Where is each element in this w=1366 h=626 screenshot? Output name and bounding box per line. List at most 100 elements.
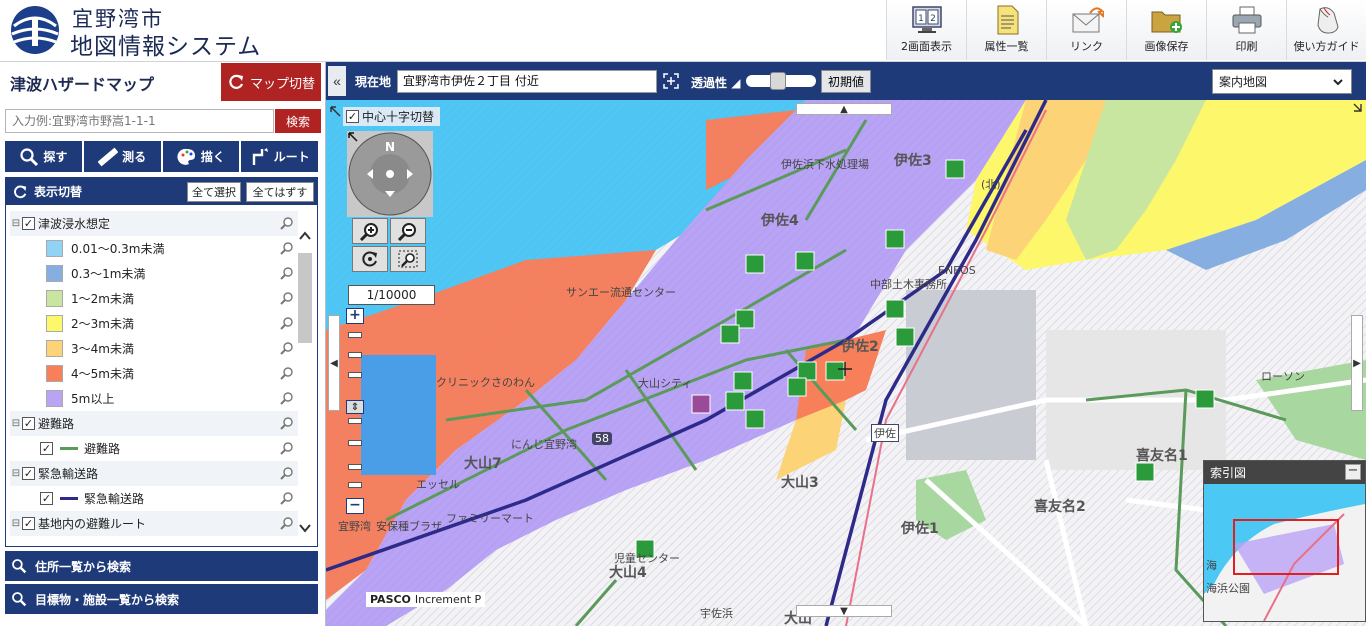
tree-toggle-icon[interactable]: ⊟ xyxy=(10,468,22,479)
tree-toggle-icon[interactable]: ⊟ xyxy=(10,418,22,429)
dual-screen-button[interactable]: 12 2画面表示 xyxy=(886,0,966,60)
zoom-to-layer-icon[interactable] xyxy=(280,341,294,355)
map-switch-label: マップ切替 xyxy=(249,76,315,92)
collapse-panel-button[interactable]: « xyxy=(328,66,346,96)
zoom-step[interactable] xyxy=(348,440,362,446)
zoom-step[interactable] xyxy=(348,464,362,470)
expand-arrow-icon[interactable] xyxy=(348,132,360,144)
pan-south-button[interactable]: ▼ xyxy=(796,605,892,617)
current-location-field[interactable]: 宜野湾市伊佐２丁目 付近 xyxy=(397,70,657,93)
tab-draw[interactable]: 描く xyxy=(162,141,240,172)
zoom-area-button[interactable] xyxy=(390,246,426,272)
hazard-map-view[interactable]: 伊佐3 伊佐4 伊佐2 伊佐1 大山7 大山3 大山4 大山 喜友名1 喜友名2… xyxy=(326,100,1366,626)
layer-checkbox[interactable]: ✓ xyxy=(40,492,53,505)
basemap-select[interactable]: 案内地図 xyxy=(1212,69,1352,94)
zoom-slider[interactable]: + ⇕ − xyxy=(346,308,364,516)
palette-icon xyxy=(177,148,195,165)
zoom-step[interactable] xyxy=(348,332,362,338)
svg-text:2: 2 xyxy=(930,14,936,24)
zoom-to-layer-icon[interactable] xyxy=(280,291,294,305)
link-button[interactable]: リンク xyxy=(1046,0,1126,60)
zoom-in-button[interactable] xyxy=(352,218,388,244)
pan-east-button[interactable]: ▶ xyxy=(1351,315,1363,411)
zoom-slider-handle[interactable]: ⇕ xyxy=(346,400,364,414)
tree-toggle-icon[interactable]: ⊟ xyxy=(10,218,22,229)
facility-list-search-bar[interactable]: 目標物・施設一覧から検索 xyxy=(5,584,318,614)
zoom-step[interactable] xyxy=(348,352,362,358)
zoom-to-layer-icon[interactable] xyxy=(280,366,294,380)
zoom-to-layer-icon[interactable] xyxy=(280,266,294,280)
brand-system-name: 地図情報システム xyxy=(70,34,262,60)
layer-group-label: 避難路 xyxy=(38,417,75,431)
layer-checkbox[interactable]: ✓ xyxy=(22,217,35,230)
left-panel: 津波ハザードマップ マップ切替 検索 探す 測る 描く ルート 表示切替 全て選… xyxy=(0,62,326,626)
layer-group-base-route[interactable]: ⊟ ✓ 基地内の避難ルート xyxy=(10,511,298,536)
tree-toggle-icon[interactable]: ⊟ xyxy=(10,518,22,529)
center-crosshair-toggle[interactable]: ✓ 中心十字切替 xyxy=(343,107,441,126)
select-all-button[interactable]: 全て選択 xyxy=(187,182,241,202)
zoom-out-button[interactable] xyxy=(390,218,426,244)
usage-guide-button[interactable]: 使い方ガイド xyxy=(1286,0,1366,60)
layer-emergency-route[interactable]: ✓ 緊急輸送路 xyxy=(10,486,298,511)
zoom-to-layer-icon[interactable] xyxy=(280,391,294,405)
zoom-minus-button[interactable]: − xyxy=(346,498,364,514)
pan-north-button[interactable]: ▲ xyxy=(796,103,892,115)
zoom-plus-button[interactable]: + xyxy=(346,308,364,324)
scroll-up-icon[interactable] xyxy=(297,229,313,243)
transparency-slider[interactable] xyxy=(746,72,816,90)
map-poi-label: 伊佐浜下水処理場 xyxy=(781,158,869,171)
print-button[interactable]: 印刷 xyxy=(1206,0,1286,60)
transparency-slider-knob[interactable] xyxy=(770,72,787,90)
attribute-list-label: 属性一覧 xyxy=(984,40,1029,53)
search-button[interactable]: 検索 xyxy=(275,109,321,133)
depth-legend-label: 5m以上 xyxy=(71,392,115,406)
scrollbar-thumb[interactable] xyxy=(298,253,312,343)
corner-expand-icon[interactable] xyxy=(1353,103,1363,113)
layer-list-scrollbar[interactable] xyxy=(297,211,313,541)
zoom-to-layer-icon[interactable] xyxy=(280,416,294,430)
layer-group-tsunami[interactable]: ⊟ ✓ 津波浸水想定 xyxy=(10,211,298,236)
attribute-list-button[interactable]: 属性一覧 xyxy=(966,0,1046,60)
crosshair-checkbox[interactable]: ✓ xyxy=(346,110,359,123)
map-poi-label: (北) xyxy=(981,178,1001,191)
tab-find[interactable]: 探す xyxy=(5,141,82,172)
zoom-to-layer-icon[interactable] xyxy=(280,441,294,455)
depth-legend-label: 0.01～0.3m未満 xyxy=(71,242,165,256)
save-image-button[interactable]: 画像保存 xyxy=(1126,0,1206,60)
tab-measure[interactable]: 測る xyxy=(83,141,161,172)
index-map-canvas[interactable] xyxy=(1204,484,1365,622)
zoom-step[interactable] xyxy=(348,482,362,488)
map-label: 伊佐4 xyxy=(761,213,799,229)
index-map-minimize-button[interactable]: − xyxy=(1345,464,1361,480)
layer-checkbox[interactable]: ✓ xyxy=(22,417,35,430)
depth-legend-label: 2～3m未満 xyxy=(71,317,134,331)
layer-evac-route[interactable]: ✓ 避難路 xyxy=(10,436,298,461)
layer-checkbox[interactable]: ✓ xyxy=(22,467,35,480)
address-list-search-bar[interactable]: 住所一覧から検索 xyxy=(5,551,318,581)
index-map-panel[interactable]: 索引図 − 海 海浜公園 xyxy=(1203,460,1366,622)
layer-checkbox[interactable]: ✓ xyxy=(40,442,53,455)
zoom-to-layer-icon[interactable] xyxy=(280,516,294,530)
reset-view-button[interactable] xyxy=(352,246,388,272)
zoom-to-layer-icon[interactable] xyxy=(280,466,294,480)
map-poi-label: 伊佐 xyxy=(871,424,899,442)
zoom-step[interactable] xyxy=(348,372,362,378)
layer-group-emergency-route[interactable]: ⊟ ✓ 緊急輸送路 xyxy=(10,461,298,486)
zoom-step[interactable] xyxy=(348,418,362,424)
zoom-to-layer-icon[interactable] xyxy=(280,316,294,330)
layer-group-evac-route[interactable]: ⊟ ✓ 避難路 xyxy=(10,411,298,436)
deselect-all-button[interactable]: 全てはずす xyxy=(246,182,314,202)
pan-west-button[interactable]: ◀ xyxy=(328,315,340,411)
zoom-to-layer-icon[interactable] xyxy=(280,241,294,255)
scroll-down-icon[interactable] xyxy=(297,521,313,535)
locate-target-icon[interactable] xyxy=(662,72,680,90)
map-switch-button[interactable]: マップ切替 xyxy=(221,63,321,101)
layer-checkbox[interactable]: ✓ xyxy=(22,517,35,530)
zoom-to-layer-icon[interactable] xyxy=(280,491,294,505)
address-search-input[interactable] xyxy=(5,109,274,133)
reset-transparency-button[interactable]: 初期値 xyxy=(821,70,871,93)
zoom-to-layer-icon[interactable] xyxy=(280,216,294,230)
expand-corner-icon[interactable] xyxy=(330,106,342,118)
tab-route[interactable]: ルート xyxy=(241,141,318,172)
depth-legend-label: 0.3～1m未満 xyxy=(71,267,146,281)
